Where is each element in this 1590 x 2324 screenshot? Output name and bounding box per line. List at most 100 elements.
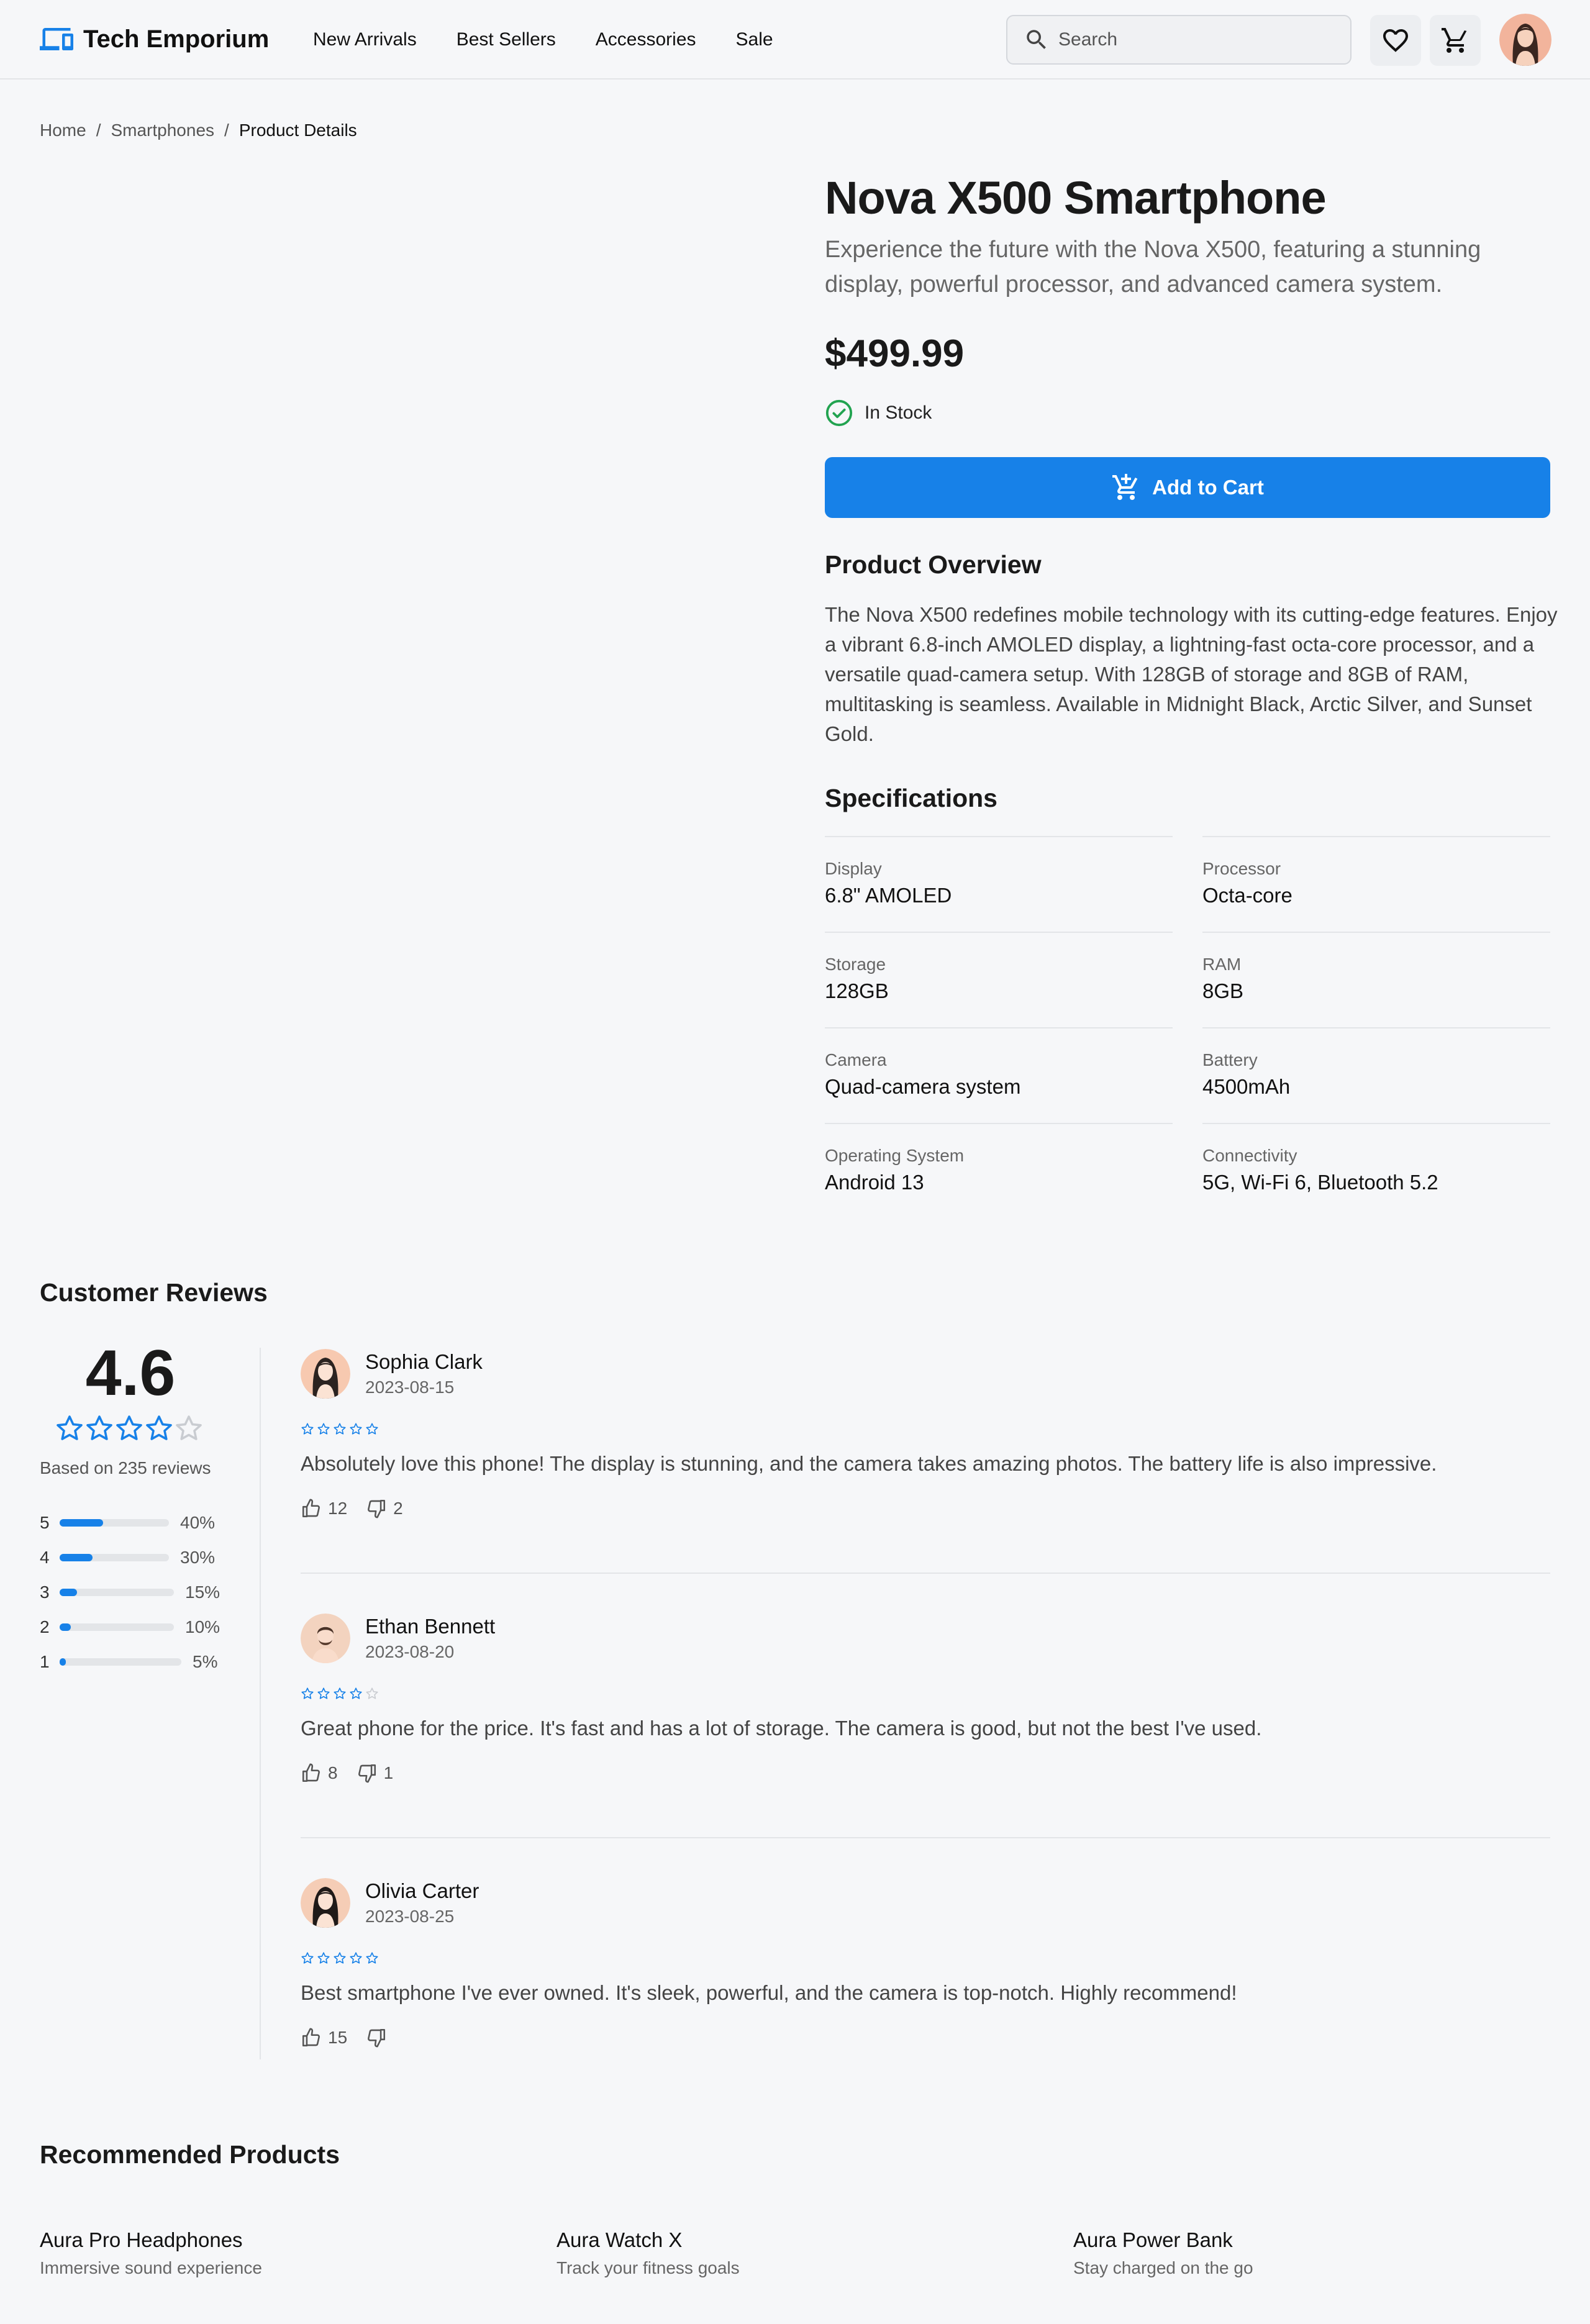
star-filled-icon [317, 1423, 330, 1435]
recommended-heading: Recommended Products [40, 2140, 340, 2169]
review-text: Absolutely love this phone! The display … [301, 1452, 1437, 1475]
rating-bar-stars: 1 [40, 1652, 50, 1671]
review-divider [301, 1573, 1550, 1574]
like-count: 8 [328, 1763, 338, 1782]
star-empty-icon [176, 1415, 202, 1440]
star-filled-icon [366, 1423, 378, 1435]
rating-bar-fill [60, 1658, 66, 1666]
recommended-product[interactable]: Aura Power Bank Stay charged on the go [1073, 2228, 1253, 2278]
spec-value: Octa-core [1202, 884, 1292, 907]
recommended-product[interactable]: Aura Watch X Track your fitness goals [556, 2228, 740, 2278]
star-empty-icon [366, 1687, 378, 1699]
nav-new-arrivals[interactable]: New Arrivals [313, 26, 417, 53]
search-box[interactable] [1006, 15, 1352, 65]
spec-value: 128GB [825, 979, 889, 1002]
nav-best-sellers[interactable]: Best Sellers [457, 26, 556, 53]
spec-value: 6.8" AMOLED [825, 884, 952, 907]
star-filled-icon [86, 1415, 112, 1440]
nav-sale[interactable]: Sale [736, 26, 773, 53]
thumbs-up-icon [302, 1499, 320, 1518]
rating-bar-percent: 10% [185, 1617, 220, 1636]
recommended-product-title: Aura Power Bank [1073, 2228, 1233, 2251]
devices-icon [40, 28, 73, 50]
like-count: 12 [328, 1499, 348, 1518]
spec-label: RAM [1202, 955, 1242, 974]
spec-label: Processor [1202, 859, 1281, 878]
cart-button[interactable] [1430, 15, 1481, 66]
heart-icon [1383, 29, 1408, 52]
spec-item: RAM 8GB [1202, 932, 1550, 1005]
spec-value: Android 13 [825, 1171, 924, 1194]
dislike-button[interactable]: 2 [366, 1498, 403, 1519]
overview-text: The Nova X500 redefines mobile technolog… [825, 603, 1558, 745]
reviewer-name: Ethan Bennett [365, 1615, 496, 1638]
reviews-heading: Customer Reviews [40, 1278, 268, 1307]
stock-status: In Stock [825, 399, 932, 427]
search-input[interactable] [1058, 29, 1332, 50]
dislike-button[interactable] [366, 2027, 393, 2048]
star-filled-icon [301, 1423, 314, 1435]
breadcrumb-separator: / [224, 120, 229, 140]
dislike-count: 2 [393, 1499, 403, 1518]
star-filled-icon [317, 1687, 330, 1699]
thumbs-down-icon [368, 2028, 386, 2048]
spec-label: Operating System [825, 1146, 965, 1165]
star-filled-icon [350, 1952, 362, 1964]
review-stars [301, 1422, 381, 1436]
rating-bar-row: 1 5% [40, 1650, 217, 1674]
review-votes: 15 [301, 2027, 412, 2048]
brand-logo[interactable]: Tech Emporium [40, 22, 269, 56]
spec-value: Quad-camera system [825, 1075, 1021, 1098]
spec-item: Connectivity 5G, Wi-Fi 6, Bluetooth 5.2 [1202, 1123, 1550, 1196]
add-to-cart-label: Add to Cart [1152, 476, 1264, 499]
rating-bar-track [60, 1519, 169, 1527]
spec-value: 8GB [1202, 979, 1244, 1002]
dislike-button[interactable]: 1 [357, 1763, 394, 1784]
breadcrumb-home[interactable]: Home [40, 120, 86, 140]
star-filled-icon [334, 1952, 346, 1964]
breadcrumb-separator: / [96, 120, 101, 140]
rating-bar-track [60, 1589, 174, 1596]
reviewer-avatar [301, 1349, 350, 1399]
breadcrumb-smartphones[interactable]: Smartphones [111, 120, 214, 140]
recommended-product[interactable]: Aura Pro Headphones Immersive sound expe… [40, 2228, 262, 2278]
recommended-product-subtitle: Track your fitness goals [556, 2258, 740, 2277]
like-button[interactable]: 12 [301, 1498, 347, 1519]
rating-bar-fill [60, 1519, 104, 1527]
rating-bar-percent: 40% [180, 1513, 216, 1532]
rating-bar-stars: 4 [40, 1548, 50, 1567]
like-button[interactable]: 8 [301, 1763, 338, 1784]
spec-item: Processor Octa-core [1202, 836, 1550, 909]
recommended-product-subtitle: Stay charged on the go [1073, 2258, 1253, 2277]
nav-accessories[interactable]: Accessories [596, 26, 696, 53]
review-stars [301, 1951, 381, 1965]
review-card: Sophia Clark 2023-08-15 Absolutely love … [301, 1349, 1550, 1575]
spec-label: Storage [825, 955, 886, 974]
recommended-product-title: Aura Pro Headphones [40, 2228, 243, 2251]
rating-bar-track [60, 1554, 169, 1561]
overview-heading: Product Overview [825, 550, 1042, 579]
like-button[interactable]: 15 [301, 2027, 347, 2048]
rating-bar-stars: 5 [40, 1513, 50, 1532]
user-avatar[interactable] [1499, 14, 1551, 66]
star-filled-icon [146, 1415, 172, 1440]
star-filled-icon [350, 1687, 362, 1699]
wishlist-button[interactable] [1370, 15, 1421, 66]
reviewer-name: Olivia Carter [365, 1879, 479, 1902]
dislike-count: 1 [383, 1763, 394, 1782]
shopping-cart-icon [1442, 28, 1467, 53]
review-divider [301, 1837, 1550, 1838]
like-count: 15 [328, 2028, 348, 2047]
rating-bar-row: 2 10% [40, 1615, 220, 1640]
spec-item: Display 6.8" AMOLED [825, 836, 1173, 909]
add-to-cart-button[interactable]: Add to Cart [825, 457, 1550, 518]
rating-bar-percent: 5% [193, 1652, 218, 1671]
recommended-product-title: Aura Watch X [556, 2228, 683, 2251]
stock-label: In Stock [865, 402, 932, 423]
specs-heading: Specifications [825, 784, 997, 812]
rating-bar-fill [60, 1554, 93, 1561]
review-date: 2023-08-20 [365, 1642, 455, 1661]
review-votes: 12 2 [301, 1498, 422, 1519]
spec-label: Display [825, 859, 882, 878]
review-count: Based on 235 reviews [40, 1458, 211, 1477]
